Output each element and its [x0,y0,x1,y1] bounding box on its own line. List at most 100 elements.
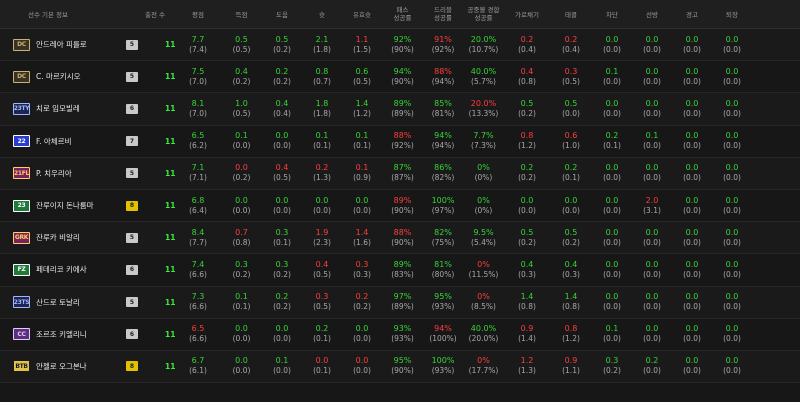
header-interceptions[interactable]: 가로채기 [504,9,550,19]
player-cell[interactable]: GRK 잔루카 비알리 5 [0,222,138,253]
stat-average: (0.5) [562,76,580,86]
stat-value: 0.3 [275,227,289,237]
stat-value: 0.0 [315,356,329,366]
stat-cell: 0.4 (0.3) [550,260,592,280]
stat-value: 0.1 [605,66,619,76]
player-row[interactable]: FZ 페데리코 키에사 6 11 7.4 (6.6) 0.3 (0.2) 0.3 (0.2) 0.4… [0,254,800,287]
stat-cell: 0.5 (0.0) [550,99,592,119]
stat-average: (0.0) [683,108,701,118]
stat-cell: 0.2 (0.2) [262,67,302,87]
stat-value: 0.0 [725,227,739,237]
player-cell[interactable]: 22 F. 아체르비 7 [0,126,138,157]
header-player-info[interactable]: 선수 기본 정보 [0,9,135,19]
player-row[interactable]: 22 F. 아체르비 7 11 6.5 (6.2) 0.1 (0.0) 0.0 (0.0) 0.1(… [0,125,800,158]
stat-average: (0.0) [603,237,621,247]
stat-value: 7.7% [473,131,494,141]
player-name[interactable]: 안젤로 오그본나 [36,361,87,372]
stat-average: (0.8) [518,76,536,86]
header-shots[interactable]: 슛 [302,9,342,19]
stat-cell: 95% (93%) [423,292,463,312]
player-name[interactable]: P. 치우리아 [36,168,72,179]
player-name[interactable]: F. 아체르비 [36,136,71,147]
player-row[interactable]: 21FL P. 치우리아 5 11 7.1 (7.1) 0.0 (0.2) 0.4 (0.5) 0.… [0,157,800,190]
player-row[interactable]: 23 잔루이지 돈나룸마 8 11 6.8 (6.4) 0.0 (0.0) 0.0 (0.0) 0.… [0,189,800,223]
position-badge: FZ [13,263,30,276]
player-name[interactable]: 잔루카 비알리 [36,232,80,243]
stat-average: (0.0) [603,44,621,54]
player-row[interactable]: BTB 안젤로 오그본나 8 11 6.7 (6.1) 0.0 (0.0) 0.1 (0.0) 0.… [0,350,800,384]
header-assists[interactable]: 도움 [262,9,302,19]
stat-average: (0.2) [273,44,291,54]
stat-average: (0.8) [518,302,536,312]
player-name[interactable]: 페데리코 키에사 [36,264,87,275]
stat-average: (0%) [474,205,493,215]
player-row[interactable]: CC 조르조 키엘리니 6 11 6.5 (6.6) 0.0 (0.0) 0.0 (0.0) 0.2… [0,318,800,351]
player-cell[interactable]: DC 안드레아 피를로 5 [0,29,138,60]
stat-value: 92% [393,34,412,44]
stat-value: 0.2 [564,34,578,44]
stat-value: 0.0 [685,356,699,366]
player-cell[interactable]: 21FL P. 치우리아 5 [0,158,138,189]
player-cell[interactable]: 23TS 산드로 토날리 5 [0,287,138,318]
position-badge: DC [13,38,30,51]
stat-cell: 0.3 (0.2) [262,260,302,280]
header-red[interactable]: 퇴장 [712,9,752,19]
header-dribble-success[interactable]: 드리블 성공률 [423,6,463,22]
stat-cell: 0.0 (0.0) [302,196,342,216]
stat-value: 0.0 [355,356,369,366]
player-cell[interactable]: CC 조르조 키엘리니 6 [0,319,138,350]
player-cell[interactable]: FZ 페데리코 키에사 6 [0,254,138,285]
stat-value: 0.0 [725,259,739,269]
player-row[interactable]: GRK 잔루카 비알리 5 11 8.4 (7.7) 0.7 (0.8) 0.3 (0.1) 1.9… [0,222,800,255]
stat-average: (0.0) [562,108,580,118]
header-goals[interactable]: 득점 [221,9,262,19]
stat-value: 0.0 [275,195,289,205]
stat-value: 0.0 [235,356,248,366]
stat-value: 2.0 [645,195,659,205]
stat-value: 1.4 [355,227,369,237]
player-cell[interactable]: BTB 안젤로 오그본나 8 [0,351,138,382]
stat-cell: 0.4 (0.5) [302,260,342,280]
stat-cell: 0.0 (0.0) [712,324,752,344]
header-blocks[interactable]: 차단 [592,9,632,19]
player-name[interactable]: 조르조 키엘리니 [36,329,87,340]
header-yellow[interactable]: 경고 [672,9,712,19]
player-name[interactable]: C. 마르키시오 [36,71,81,82]
player-name[interactable]: 안드레아 피를로 [36,39,87,50]
header-on-target[interactable]: 유효슛 [342,9,382,19]
stat-value: 0.0 [235,195,248,205]
stat-cell: 0.2 (0.2) [262,292,302,312]
player-cell[interactable]: 23TY 치로 임모빌레 6 [0,93,138,124]
stat-cell: 0.6 (0.5) [342,67,382,87]
stat-average: (92%) [391,141,414,151]
player-name[interactable]: 잔루이지 돈나룸마 [36,200,94,211]
stat-cell: 0.3 (0.2) [592,356,632,376]
stat-value: 6.7 [191,356,205,366]
player-row[interactable]: 23TY 치로 임모빌레 6 11 8.1 (7.0) 1.0 (0.5) 0.4 (0.4) 1.… [0,93,800,126]
player-cell[interactable]: 23 잔루이지 돈나룸마 8 [0,190,138,221]
stat-cell: 8.4 (7.7) [175,228,221,248]
player-row[interactable]: DC C. 마르키시오 5 11 7.5 (7.0) 0.4 (0.2) 0.2 (0.2) 0.8… [0,61,800,94]
player-row[interactable]: 23TS 산드로 토날리 5 11 7.3 (6.6) 0.1 (0.1) 0.2 (0.2) 0.… [0,286,800,319]
player-row[interactable]: DC 안드레아 피를로 5 11 7.7 (7.4) 0.5 (0.5) 0.5 (0.2) 2.1… [0,29,800,62]
position-badge: 22 [13,135,30,148]
header-rating[interactable]: 평점 [175,9,221,19]
header-apps[interactable]: 출전 수 [135,9,175,19]
stat-value: 0% [477,163,490,173]
stat-value: 1.4 [564,292,578,302]
header-tackles[interactable]: 태클 [550,9,592,19]
header-saves[interactable]: 선방 [632,9,672,19]
stat-average: (17.7%) [468,366,499,376]
player-name[interactable]: 치로 임모빌레 [36,103,80,114]
stat-cell: 89% (89%) [382,99,423,119]
stat-value: 7.4 [191,259,205,269]
stat-cell: 0.0 (0.0) [672,228,712,248]
stat-average: (0.4) [518,44,536,54]
header-pass-success[interactable]: 패스 성공률 [382,6,423,22]
header-aerial-success[interactable]: 공중볼 경합 성공률 [463,6,504,22]
player-name[interactable]: 산드로 토날리 [36,297,80,308]
player-cell[interactable]: DC C. 마르키시오 5 [0,61,138,92]
stat-cell: 6.5 (6.2) [175,131,221,151]
stat-average: (0.3) [562,269,580,279]
stat-value: 88% [393,227,412,237]
